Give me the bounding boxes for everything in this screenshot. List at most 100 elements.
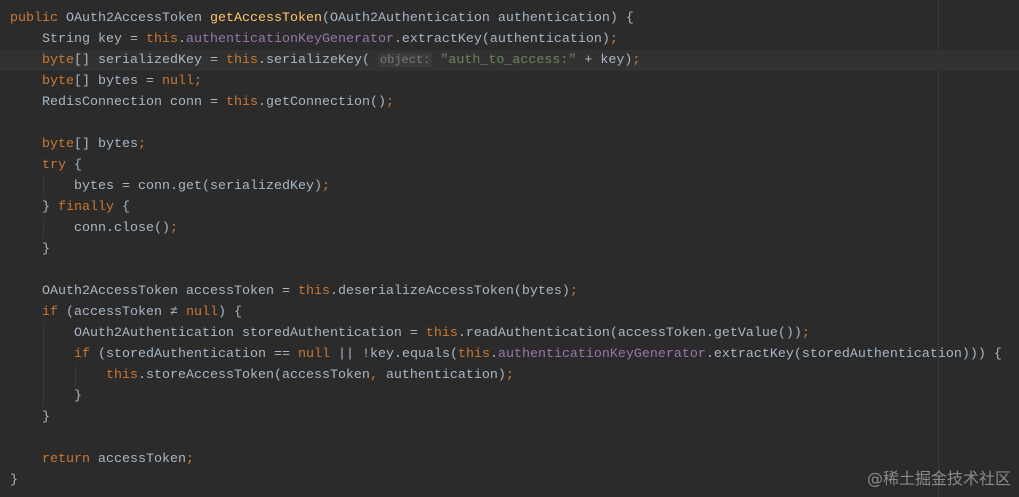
code-token: this [145, 32, 178, 47]
code-token: authentication) [385, 368, 506, 383]
code-token: ; [505, 368, 514, 383]
code-token: ) { [217, 305, 242, 320]
code-line[interactable]: bytes = conn.get(serializedKey); [10, 176, 1019, 197]
code-token: OAuth2AccessToken [66, 11, 210, 26]
code-token: OAuth2Authentication storedAuthenticatio… [74, 326, 426, 341]
code-token: ; [185, 452, 194, 467]
code-token: .deserializeAccessToken(bytes) [329, 284, 570, 299]
code-line[interactable]: String key = this.authenticationKeyGener… [10, 29, 1019, 50]
indent-guide [43, 323, 44, 344]
code-token: .extractKey(storedAuthentication))) { [705, 347, 1002, 362]
code-token: this [105, 368, 138, 383]
code-token: ; [138, 137, 146, 152]
code-line[interactable]: RedisConnection conn = this.getConnectio… [10, 92, 1019, 113]
indent-guide [75, 365, 76, 386]
code-token: byte [42, 74, 74, 89]
code-token: } [42, 242, 50, 257]
indent-guide [43, 365, 44, 386]
code-token: byte [42, 53, 74, 68]
code-token: this [297, 284, 330, 299]
code-token: { [122, 200, 130, 215]
code-token: [] bytes = [74, 74, 162, 89]
code-line[interactable]: this.storeAccessToken(accessToken, authe… [10, 365, 1019, 386]
code-token: "auth_to_access:" [440, 53, 577, 68]
code-line[interactable]: conn.close(); [10, 218, 1019, 239]
code-token: .serializeKey( [257, 53, 378, 68]
indent-guide [43, 386, 44, 407]
code-token: .extractKey(authentication) [393, 32, 610, 47]
code-token: bytes = conn.get(serializedKey) [74, 179, 322, 194]
code-token: ; [193, 74, 202, 89]
code-token: (accessToken ≠ [66, 305, 186, 320]
code-token: } [42, 410, 50, 425]
code-token: try [42, 158, 74, 173]
code-line[interactable]: try { [10, 155, 1019, 176]
code-line[interactable]: byte[] bytes = null; [10, 71, 1019, 92]
code-token: this [457, 347, 490, 362]
code-token: byte [42, 137, 74, 152]
code-line[interactable]: } [10, 386, 1019, 407]
code-token: null [185, 305, 218, 320]
code-token: ; [569, 284, 578, 299]
code-token: ; [385, 95, 394, 110]
code-token: if [42, 305, 66, 320]
code-line-current[interactable]: byte[] serializedKey = this.serializeKey… [0, 50, 1019, 71]
code-token: (storedAuthentication == [98, 347, 298, 362]
code-line[interactable]: byte[] bytes; [10, 134, 1019, 155]
code-token: .storeAccessToken(accessToken [137, 368, 370, 383]
code-token: getAccessToken [209, 11, 322, 26]
code-token: { [74, 158, 82, 173]
code-token: null [161, 74, 194, 89]
code-line[interactable] [10, 113, 1019, 134]
code-line[interactable]: public OAuth2AccessToken getAccessToken(… [10, 8, 1019, 29]
code-token: , [369, 368, 386, 383]
code-token: public [10, 11, 66, 26]
code-line[interactable]: if (storedAuthentication == null || !key… [10, 344, 1019, 365]
code-token: accessToken [98, 452, 186, 467]
code-token: [] serializedKey = [74, 53, 226, 68]
code-line[interactable]: OAuth2AccessToken accessToken = this.des… [10, 281, 1019, 302]
code-line[interactable]: } finally { [10, 197, 1019, 218]
code-token: authenticationKeyGenerator [497, 347, 706, 362]
code-token: conn.close() [74, 221, 170, 236]
indent-guide [43, 218, 44, 239]
code-line[interactable]: OAuth2Authentication storedAuthenticatio… [10, 323, 1019, 344]
code-editor[interactable]: public OAuth2AccessToken getAccessToken (… [0, 8, 1019, 491]
code-token: .getConnection() [257, 95, 386, 110]
code-token: . [489, 347, 498, 362]
code-line[interactable] [10, 260, 1019, 281]
code-line[interactable]: if (accessToken ≠ null) { [10, 302, 1019, 323]
code-token: ; [609, 32, 618, 47]
code-token: this [225, 95, 258, 110]
code-token: ; [169, 221, 178, 236]
code-token: if [74, 347, 98, 362]
code-token: this [425, 326, 458, 341]
code-token: ; [632, 53, 641, 68]
code-token: } [74, 389, 82, 404]
code-token: || !key.equals( [337, 347, 458, 362]
code-line[interactable] [10, 428, 1019, 449]
code-token: .readAuthentication(accessToken.getValue… [457, 326, 802, 341]
code-token: OAuth2AccessToken accessToken = [42, 284, 298, 299]
code-token: + key) [576, 53, 633, 68]
code-token: ; [321, 179, 330, 194]
code-line[interactable]: } [10, 239, 1019, 260]
code-token: [] bytes [74, 137, 138, 152]
code-line[interactable]: } [10, 407, 1019, 428]
